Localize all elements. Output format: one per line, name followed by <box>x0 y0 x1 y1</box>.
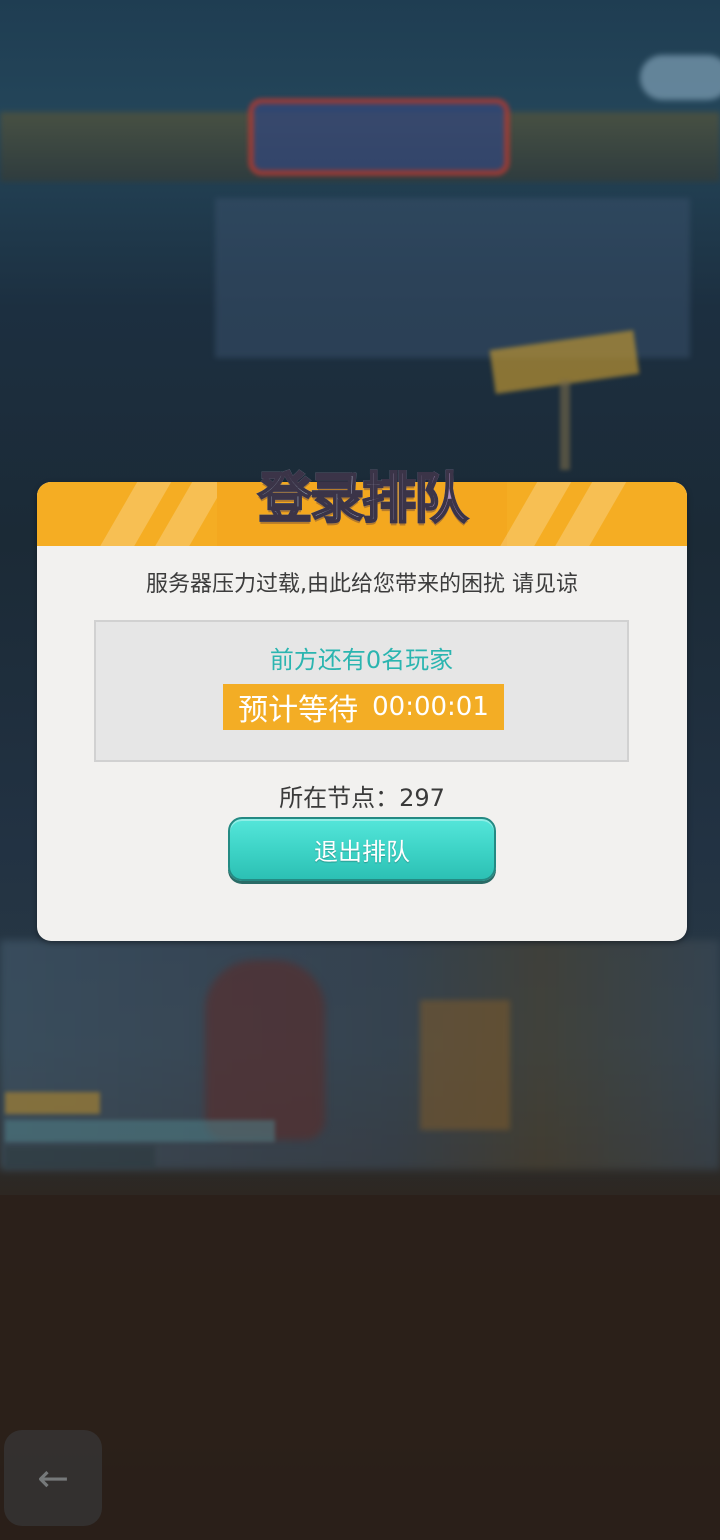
login-queue-dialog: 登录排队 服务器压力过载,由此给您带来的困扰 请见谅 前方还有0名玩家 预计等待… <box>37 466 687 941</box>
background-cloud <box>640 55 720 100</box>
background-strip <box>5 1146 155 1168</box>
background-board <box>420 1000 510 1130</box>
node-value: 297 <box>399 784 445 812</box>
back-button[interactable]: ← <box>4 1430 102 1526</box>
exit-queue-button[interactable]: 退出排队 <box>228 817 496 881</box>
background-floor <box>0 1195 720 1540</box>
back-arrow-icon: ← <box>37 1456 69 1500</box>
game-screen: ← 登录排队 服务器压力过载,由此给您带来的困扰 请见谅 前方还有0名玩家 预计… <box>0 0 720 1540</box>
wait-time: 00:00:01 <box>372 692 489 722</box>
players-ahead-text: 前方还有0名玩家 <box>269 646 454 674</box>
background-character <box>205 960 325 1140</box>
estimated-wait-pill: 预计等待 00:00:01 <box>223 684 504 730</box>
dialog-title: 登录排队 <box>37 464 687 534</box>
wait-label: 预计等待 <box>238 693 359 728</box>
background-pole <box>560 380 570 470</box>
node-label: 所在节点： <box>279 784 400 812</box>
queue-status-box: 前方还有0名玩家 预计等待 00:00:01 <box>94 620 629 762</box>
apology-message: 服务器压力过载,由此给您带来的困扰 请见谅 <box>146 572 578 597</box>
background-strip <box>5 1092 100 1114</box>
node-info: 所在节点：297 <box>37 778 687 813</box>
background-strip <box>5 1120 275 1142</box>
background-sign <box>248 98 510 176</box>
